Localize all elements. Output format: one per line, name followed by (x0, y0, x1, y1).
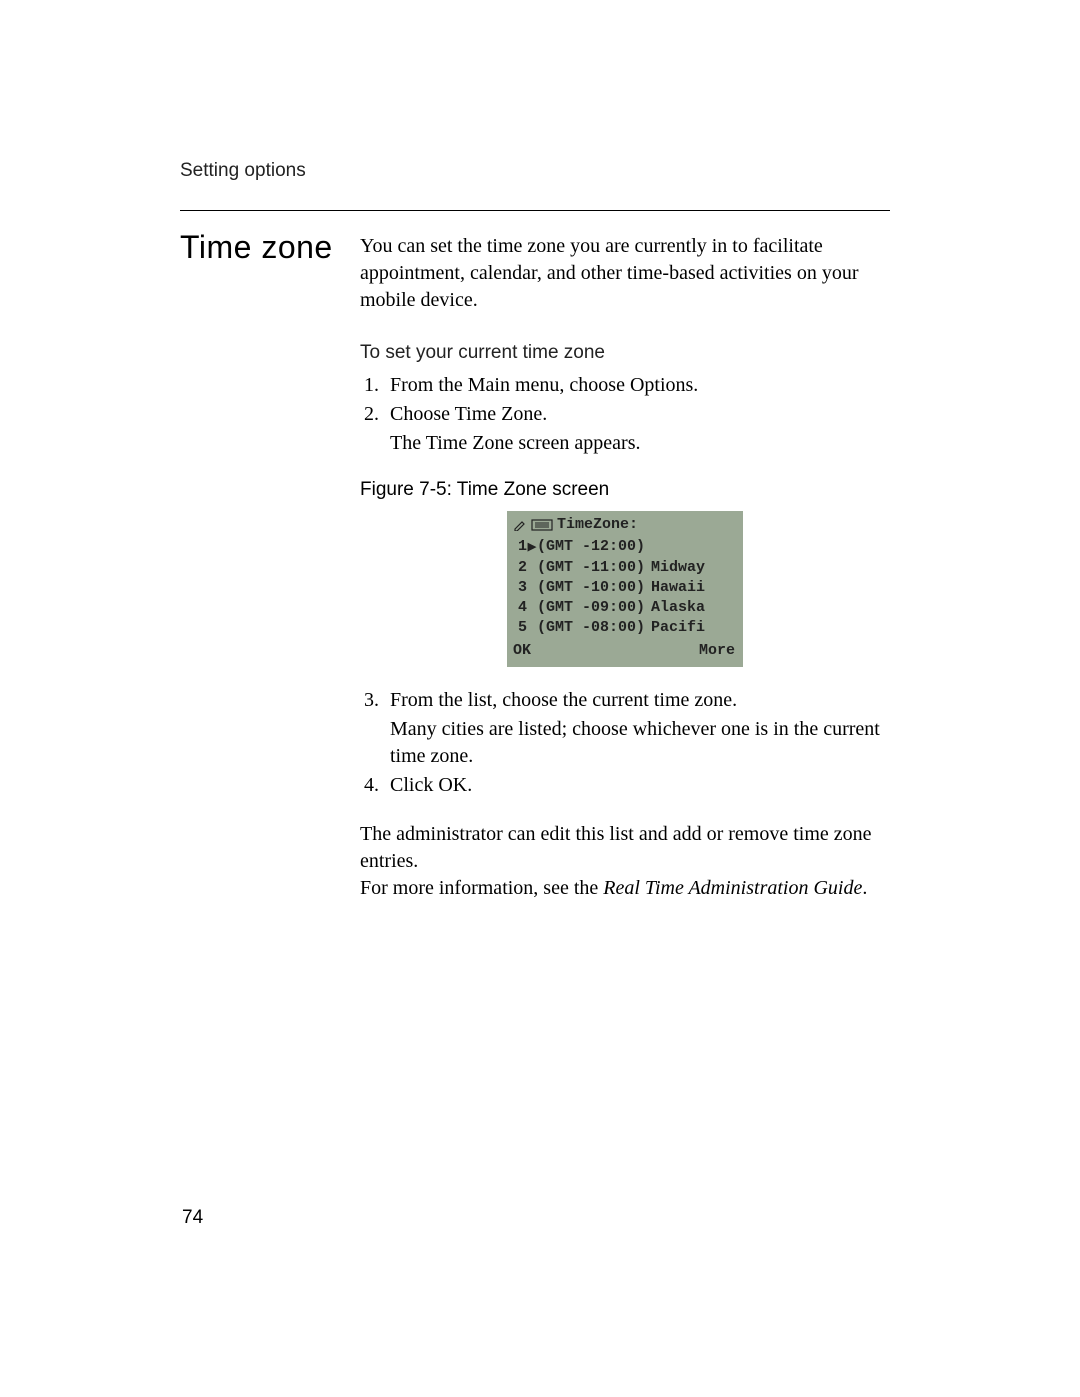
steps-list-part1: From the Main menu, choose Options. Choo… (360, 372, 890, 457)
closing-line1: The administrator can edit this list and… (360, 823, 872, 872)
step-note: Many cities are listed; choose whichever… (390, 716, 890, 770)
page-number: 74 (182, 1207, 203, 1229)
running-header: Setting options (180, 160, 890, 182)
screen-row: 5 (GMT -08:00) Pacifi (513, 618, 737, 638)
content-columns: Time zone You can set the time zone you … (180, 229, 890, 902)
row-gmt: (GMT -12:00) (537, 537, 645, 557)
row-spacer (527, 560, 537, 575)
step-text: From the list, choose the current time z… (390, 689, 737, 711)
row-gmt: (GMT -10:00) (537, 578, 645, 598)
row-spacer (527, 580, 537, 595)
selection-arrow-icon: ▶ (527, 540, 537, 555)
screen-row: 2 (GMT -11:00) Midway (513, 558, 737, 578)
step-item: Click OK. (384, 772, 890, 799)
ok-softkey: OK (513, 641, 531, 661)
row-label: Alaska (651, 598, 705, 618)
row-label: Hawaii (651, 578, 705, 598)
timezone-screen: TimeZone: 1▶(GMT -12:00) 2 (GMT -11:00) M… (507, 511, 743, 667)
menu-box-icon (531, 519, 553, 531)
step-text: From the Main menu, choose Options. (390, 374, 698, 396)
horizontal-rule (180, 210, 890, 211)
row-spacer (527, 601, 537, 616)
step-note: The Time Zone screen appears. (390, 430, 890, 457)
screen-row: 4 (GMT -09:00) Alaska (513, 598, 737, 618)
row-label: Midway (651, 558, 705, 578)
document-page: Setting options Time zone You can set th… (0, 0, 1080, 1397)
row-gmt: (GMT -09:00) (537, 598, 645, 618)
section-title: Time zone (180, 229, 360, 266)
row-label: Pacifi (651, 618, 705, 638)
screen-title-row: TimeZone: (513, 515, 737, 535)
title-column: Time zone (180, 229, 360, 266)
row-number: 2 (513, 558, 527, 578)
step-text: Click OK. (390, 774, 472, 796)
closing-line2-italic: Real Time Administration Guide (603, 877, 862, 899)
step-text: Choose Time Zone. (390, 403, 547, 425)
figure-wrap: TimeZone: 1▶(GMT -12:00) 2 (GMT -11:00) M… (360, 511, 890, 667)
row-gmt: (GMT -08:00) (537, 618, 645, 638)
more-softkey: More (699, 641, 735, 661)
body-column: You can set the time zone you are curren… (360, 229, 890, 902)
step-item: Choose Time Zone. The Time Zone screen a… (384, 401, 890, 457)
row-number: 1 (513, 537, 527, 557)
step-item: From the list, choose the current time z… (384, 687, 890, 770)
row-number: 4 (513, 598, 527, 618)
step-item: From the Main menu, choose Options. (384, 372, 890, 399)
row-gmt: (GMT -11:00) (537, 558, 645, 578)
screen-title: TimeZone: (557, 515, 638, 535)
screen-row: 1▶(GMT -12:00) (513, 537, 737, 557)
row-number: 3 (513, 578, 527, 598)
steps-list-part2: From the list, choose the current time z… (360, 687, 890, 799)
procedure-heading: To set your current time zone (360, 342, 890, 364)
pencil-icon (513, 519, 527, 531)
screen-row: 3 (GMT -10:00) Hawaii (513, 578, 737, 598)
closing-line2-suffix: . (862, 877, 867, 899)
closing-paragraph: The administrator can edit this list and… (360, 821, 890, 902)
row-spacer (527, 621, 537, 636)
screen-footer: OK More (513, 641, 737, 661)
closing-line2-prefix: For more information, see the (360, 877, 603, 899)
row-number: 5 (513, 618, 527, 638)
intro-paragraph: You can set the time zone you are curren… (360, 233, 890, 314)
figure-caption: Figure 7-5: Time Zone screen (360, 479, 890, 501)
